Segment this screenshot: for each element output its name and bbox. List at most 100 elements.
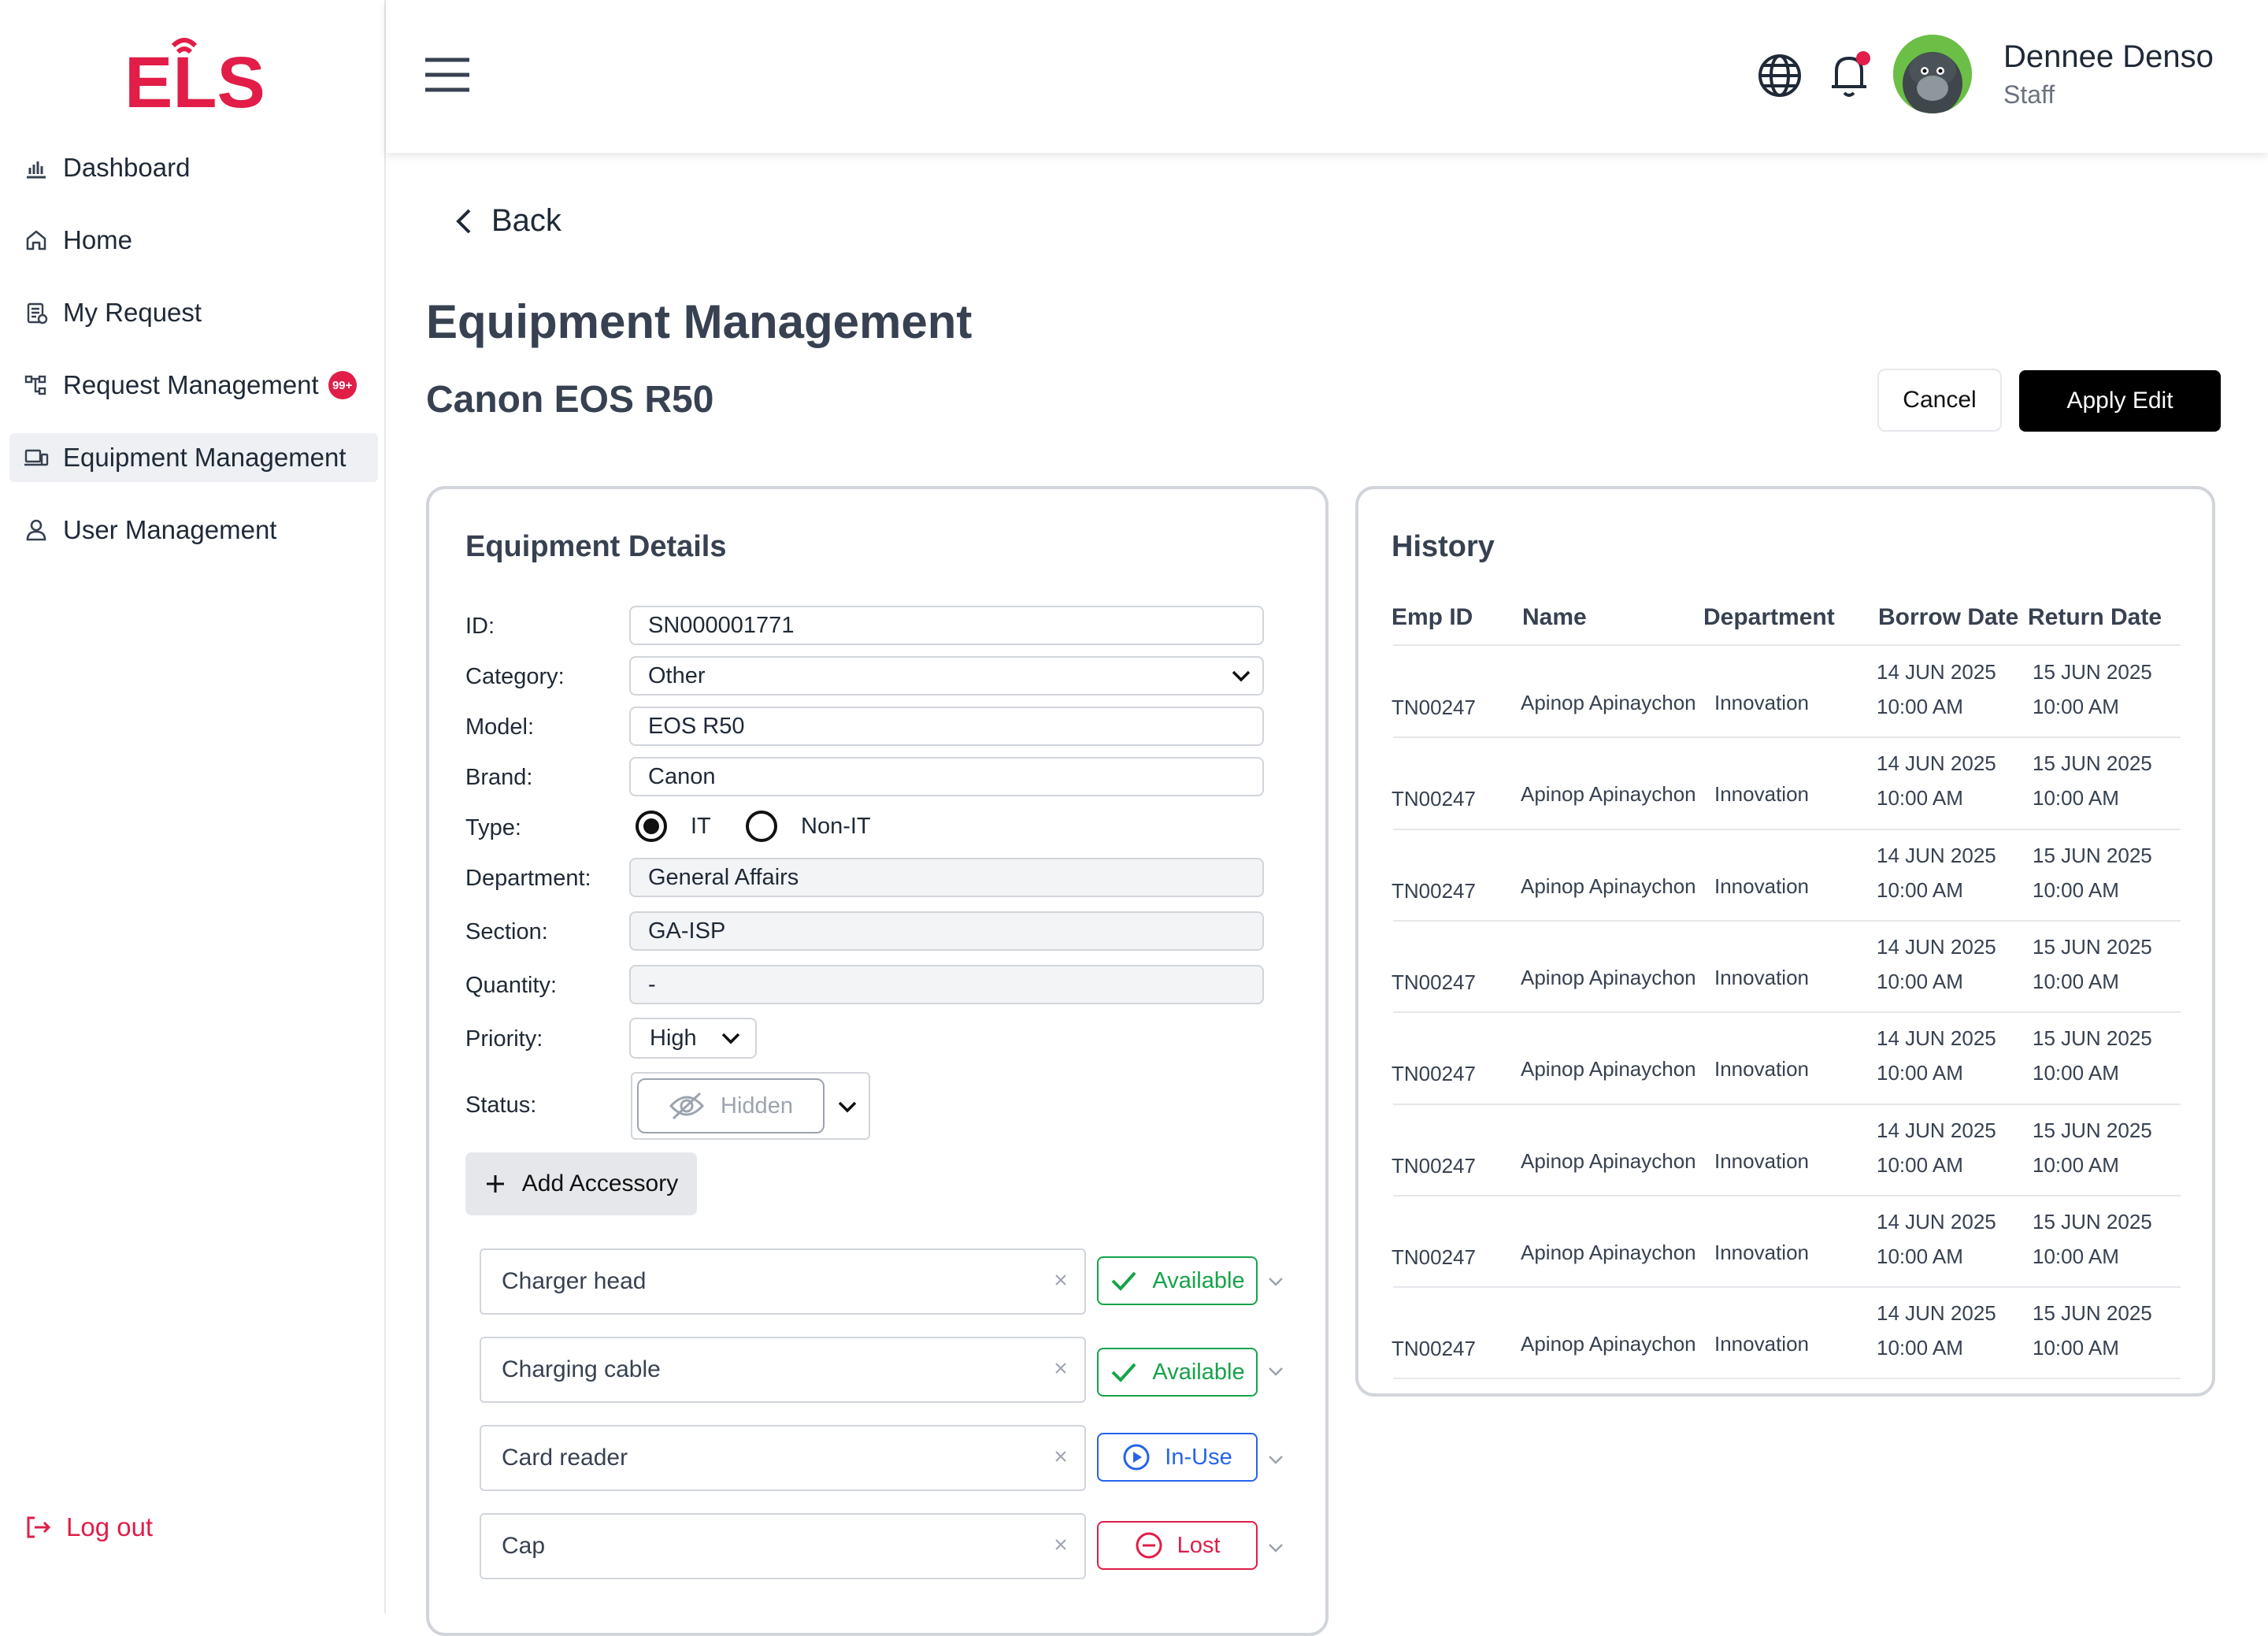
accessory-status-available[interactable]: Available [1097,1348,1258,1397]
cell-return-time: 10:00 AM [2033,786,2119,811]
status-select[interactable]: Hidden [631,1072,870,1140]
cell-emp-id: TN00247 [1392,787,1476,811]
type-label: Type: [465,815,521,840]
cell-return-date: 15 JUN 2025 [2033,1301,2152,1326]
department-field: General Affairs [629,858,1264,897]
clear-icon[interactable] [1053,1360,1069,1376]
cell-borrow-time: 10:00 AM [1877,786,1963,811]
cell-borrow-date: 14 JUN 2025 [1877,751,1996,776]
menu-icon[interactable] [424,57,471,93]
equipment-name: Canon EOS R50 [426,379,714,421]
user-icon [26,519,46,541]
cell-borrow-date: 14 JUN 2025 [1877,934,1996,959]
sidebar-item-request-management[interactable]: Request Management 99+ [9,361,378,410]
add-accessory-label: Add Accessory [521,1170,679,1196]
cell-emp-id: TN00247 [1392,878,1476,903]
sidebar-item-label: Dashboard [63,153,191,182]
sidebar-item-dashboard[interactable]: Dashboard [9,143,378,192]
card-title: History [1392,530,1495,563]
sidebar-item-home[interactable]: Home [9,216,378,265]
add-accessory-button[interactable]: Add Accessory [465,1152,697,1215]
cancel-button[interactable]: Cancel [1877,369,2002,432]
back-button[interactable]: Back [454,203,561,239]
hierarchy-icon [24,375,46,395]
accessory-name: Charger head [502,1268,647,1294]
status-text: Hidden [721,1093,793,1118]
cell-return-time: 10:00 AM [2033,969,2119,993]
type-it-radio[interactable]: IT [636,811,711,842]
svg-text:ELS: ELS [124,43,265,112]
cell-return-date: 15 JUN 2025 [2033,660,2152,684]
quantity-field: - [629,965,1264,1004]
eye-off-icon [669,1092,705,1120]
cell-emp-id: TN00247 [1392,696,1476,719]
equipment-details-card: Equipment Details ID: SN000001771 Catego… [426,486,1329,1636]
row-divider [1393,828,2181,830]
column-header: Department [1703,604,1835,630]
check-icon [1111,1363,1136,1382]
apply-edit-button[interactable]: Apply Edit [2019,370,2221,432]
chevron-down-icon[interactable] [1267,1453,1284,1466]
accessory-input[interactable]: Charging cable [480,1337,1086,1403]
logout-icon [27,1516,51,1538]
cell-return-time: 10:00 AM [2033,1152,2119,1177]
cell-return-date: 15 JUN 2025 [2033,1026,2152,1051]
accessory-status-in-use[interactable]: In-Use [1097,1433,1258,1482]
chevron-down-icon[interactable] [1267,1365,1284,1378]
status-value: Hidden [637,1078,825,1133]
minus-circle-icon [1136,1532,1162,1559]
cell-name: Apinop Apinaychon [1521,782,1696,807]
id-field[interactable]: SN000001771 [629,606,1264,645]
history-card: History Emp ID Name Department Borrow Da… [1355,486,2215,1397]
cell-name: Apinop Apinaychon [1521,965,1696,989]
sidebar-item-user-management[interactable]: User Management [9,506,378,555]
priority-select[interactable]: High [629,1018,757,1059]
clear-icon[interactable] [1053,1272,1069,1288]
globe-icon[interactable] [1756,52,1803,99]
category-select[interactable]: Other [629,656,1264,696]
cell-return-date: 15 JUN 2025 [2033,934,2152,959]
column-header: Emp ID [1392,604,1473,630]
cell-borrow-time: 10:00 AM [1877,877,1963,902]
user-name: Dennee Denso [2003,39,2214,74]
cell-department: Innovation [1714,1240,1809,1264]
model-field[interactable]: EOS R50 [629,707,1264,746]
cell-emp-id: TN00247 [1392,1245,1476,1269]
accessory-input[interactable]: Charger head [480,1248,1086,1315]
section-field: GA-ISP [629,911,1264,951]
sidebar-item-equipment-management[interactable]: Equipment Management [9,433,378,482]
cell-return-date: 15 JUN 2025 [2033,751,2152,776]
cell-borrow-time: 10:00 AM [1877,1336,1963,1360]
cell-borrow-time: 10:00 AM [1877,969,1963,993]
sidebar-item-label: My Request [63,298,202,327]
type-nonit-radio[interactable]: Non-IT [746,811,871,842]
chevron-left-icon [456,209,471,233]
logout-button[interactable]: Log out [24,1512,153,1542]
avatar[interactable] [1893,35,1972,113]
back-label: Back [491,203,561,238]
cell-return-date: 15 JUN 2025 [2033,1209,2152,1233]
clear-icon[interactable] [1053,1449,1069,1464]
cell-borrow-date: 14 JUN 2025 [1877,660,1996,684]
accessory-name: Charging cable [502,1356,661,1382]
clear-icon[interactable] [1053,1537,1069,1553]
chevron-down-icon[interactable] [1267,1541,1284,1554]
cell-name: Apinop Apinaychon [1521,1057,1696,1081]
accessory-input[interactable]: Card reader [480,1425,1086,1491]
accessory-input[interactable]: Cap [480,1513,1086,1579]
cell-department: Innovation [1714,782,1809,807]
quantity-label: Quantity: [465,973,558,998]
home-icon [26,230,46,250]
cell-return-time: 10:00 AM [2033,1244,2119,1268]
accessory-status-lost[interactable]: Lost [1097,1521,1258,1570]
bell-icon[interactable] [1824,47,1874,102]
type-it-label: IT [691,813,711,839]
accessory-status-available[interactable]: Available [1097,1256,1258,1305]
brand-field[interactable]: Canon [629,757,1264,796]
user-role: Staff [2003,80,2055,109]
sidebar-item-my-request[interactable]: My Request [9,288,378,337]
chevron-down-icon[interactable] [1267,1275,1284,1288]
cell-department: Innovation [1714,1332,1809,1356]
cell-return-time: 10:00 AM [2033,1336,2119,1360]
cell-department: Innovation [1714,691,1809,714]
